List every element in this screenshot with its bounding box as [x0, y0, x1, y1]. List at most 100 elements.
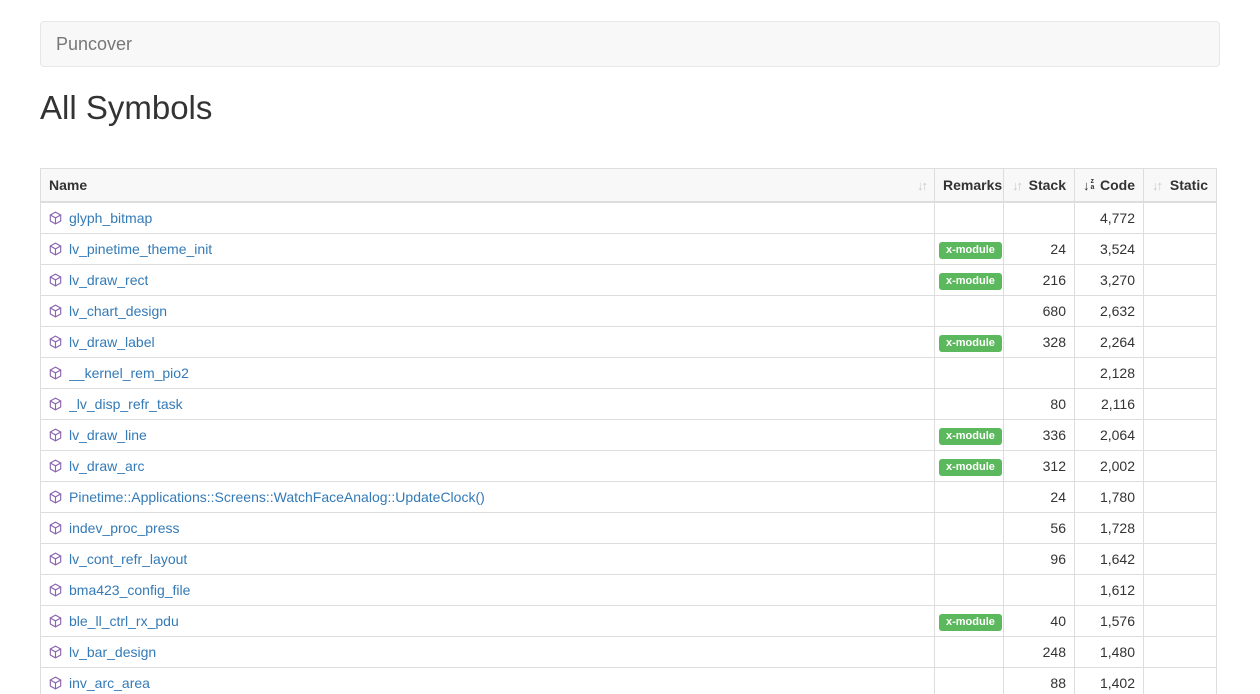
navbar-brand-link[interactable]: Puncover: [41, 21, 147, 67]
symbol-cube-icon: [49, 676, 62, 690]
code-cell: 1,780: [1075, 482, 1144, 513]
table-row: lv_cont_refr_layout 96 1,642: [41, 544, 1217, 575]
symbol-link[interactable]: lv_pinetime_theme_init: [69, 240, 212, 258]
column-header-stack[interactable]: ↓↑ Stack: [1004, 169, 1075, 203]
name-cell: lv_pinetime_theme_init: [41, 234, 935, 265]
static-cell: [1144, 202, 1217, 234]
static-cell: [1144, 265, 1217, 296]
symbols-table: Name ↓↑ Remarks ↓↑ Stack ↓: [40, 168, 1217, 694]
remarks-cell: [935, 513, 1004, 544]
symbol-link[interactable]: inv_arc_area: [69, 674, 150, 692]
stack-cell: 328: [1004, 327, 1075, 358]
symbol-cube-icon: [49, 428, 62, 442]
sort-unsorted-icon: ↓↑: [1012, 179, 1021, 192]
symbol-link[interactable]: bma423_config_file: [69, 581, 190, 599]
static-cell: [1144, 637, 1217, 668]
remarks-cell: x-module: [935, 265, 1004, 296]
code-cell: 2,128: [1075, 358, 1144, 389]
stack-cell: 40: [1004, 606, 1075, 637]
symbol-link[interactable]: lv_draw_line: [69, 426, 147, 444]
column-header-remarks: Remarks: [935, 169, 1004, 203]
table-row: lv_chart_design 680 2,632: [41, 296, 1217, 327]
name-cell: inv_arc_area: [41, 668, 935, 694]
code-cell: 1,642: [1075, 544, 1144, 575]
symbol-link[interactable]: Pinetime::Applications::Screens::WatchFa…: [69, 488, 485, 506]
code-cell: 1,576: [1075, 606, 1144, 637]
name-cell: __kernel_rem_pio2: [41, 358, 935, 389]
column-label-stack: Stack: [1029, 177, 1066, 193]
symbol-link[interactable]: lv_draw_label: [69, 333, 155, 351]
name-cell: lv_draw_arc: [41, 451, 935, 482]
symbol-cube-icon: [49, 242, 62, 256]
name-cell: indev_proc_press: [41, 513, 935, 544]
code-cell: 3,270: [1075, 265, 1144, 296]
symbol-link[interactable]: _lv_disp_refr_task: [69, 395, 183, 413]
static-cell: [1144, 389, 1217, 420]
table-row: lv_draw_arc x-module 312 2,002: [41, 451, 1217, 482]
symbol-cube-icon: [49, 490, 62, 504]
table-row: lv_bar_design 248 1,480: [41, 637, 1217, 668]
static-cell: [1144, 420, 1217, 451]
stack-cell: [1004, 358, 1075, 389]
static-cell: [1144, 482, 1217, 513]
code-cell: 2,264: [1075, 327, 1144, 358]
static-cell: [1144, 296, 1217, 327]
code-cell: 1,612: [1075, 575, 1144, 606]
name-cell: lv_draw_line: [41, 420, 935, 451]
static-cell: [1144, 606, 1217, 637]
name-cell: ble_ll_ctrl_rx_pdu: [41, 606, 935, 637]
symbol-link[interactable]: __kernel_rem_pio2: [69, 364, 189, 382]
symbol-link[interactable]: lv_draw_arc: [69, 457, 144, 475]
symbol-link[interactable]: glyph_bitmap: [69, 209, 152, 227]
name-cell: bma423_config_file: [41, 575, 935, 606]
static-cell: [1144, 668, 1217, 694]
column-header-code[interactable]: ↓ z a Code: [1075, 169, 1144, 203]
column-header-name[interactable]: Name ↓↑: [41, 169, 935, 203]
name-cell: Pinetime::Applications::Screens::WatchFa…: [41, 482, 935, 513]
table-row: lv_draw_label x-module 328 2,264: [41, 327, 1217, 358]
x-module-badge: x-module: [939, 614, 1002, 631]
remarks-cell: [935, 482, 1004, 513]
code-cell: 1,402: [1075, 668, 1144, 694]
remarks-cell: [935, 389, 1004, 420]
symbol-cube-icon: [49, 614, 62, 628]
symbol-cube-icon: [49, 273, 62, 287]
remarks-cell: x-module: [935, 234, 1004, 265]
symbol-cube-icon: [49, 645, 62, 659]
static-cell: [1144, 544, 1217, 575]
remarks-cell: [935, 296, 1004, 327]
symbol-link[interactable]: ble_ll_ctrl_rx_pdu: [69, 612, 179, 630]
symbol-cube-icon: [49, 459, 62, 473]
symbol-cube-icon: [49, 397, 62, 411]
symbol-link[interactable]: indev_proc_press: [69, 519, 180, 537]
table-row: bma423_config_file 1,612: [41, 575, 1217, 606]
remarks-cell: [935, 668, 1004, 694]
stack-cell: [1004, 575, 1075, 606]
name-cell: lv_bar_design: [41, 637, 935, 668]
table-header-row: Name ↓↑ Remarks ↓↑ Stack ↓: [41, 169, 1217, 203]
stack-cell: 680: [1004, 296, 1075, 327]
table-row: ble_ll_ctrl_rx_pdu x-module 40 1,576: [41, 606, 1217, 637]
name-cell: lv_draw_rect: [41, 265, 935, 296]
column-header-static[interactable]: ↓↑ Static: [1144, 169, 1217, 203]
table-row: lv_draw_line x-module 336 2,064: [41, 420, 1217, 451]
stack-cell: [1004, 202, 1075, 234]
code-cell: 1,480: [1075, 637, 1144, 668]
stack-cell: 80: [1004, 389, 1075, 420]
code-cell: 3,524: [1075, 234, 1144, 265]
symbol-link[interactable]: lv_chart_design: [69, 302, 167, 320]
x-module-badge: x-module: [939, 273, 1002, 290]
static-cell: [1144, 451, 1217, 482]
table-row: __kernel_rem_pio2 2,128: [41, 358, 1217, 389]
symbol-link[interactable]: lv_cont_refr_layout: [69, 550, 187, 568]
symbol-link[interactable]: lv_draw_rect: [69, 271, 148, 289]
code-cell: 4,772: [1075, 202, 1144, 234]
table-row: Pinetime::Applications::Screens::WatchFa…: [41, 482, 1217, 513]
name-cell: lv_chart_design: [41, 296, 935, 327]
code-cell: 1,728: [1075, 513, 1144, 544]
symbol-link[interactable]: lv_bar_design: [69, 643, 156, 661]
column-label-name: Name: [49, 177, 87, 193]
remarks-cell: [935, 544, 1004, 575]
x-module-badge: x-module: [939, 242, 1002, 259]
table-row: glyph_bitmap 4,772: [41, 202, 1217, 234]
